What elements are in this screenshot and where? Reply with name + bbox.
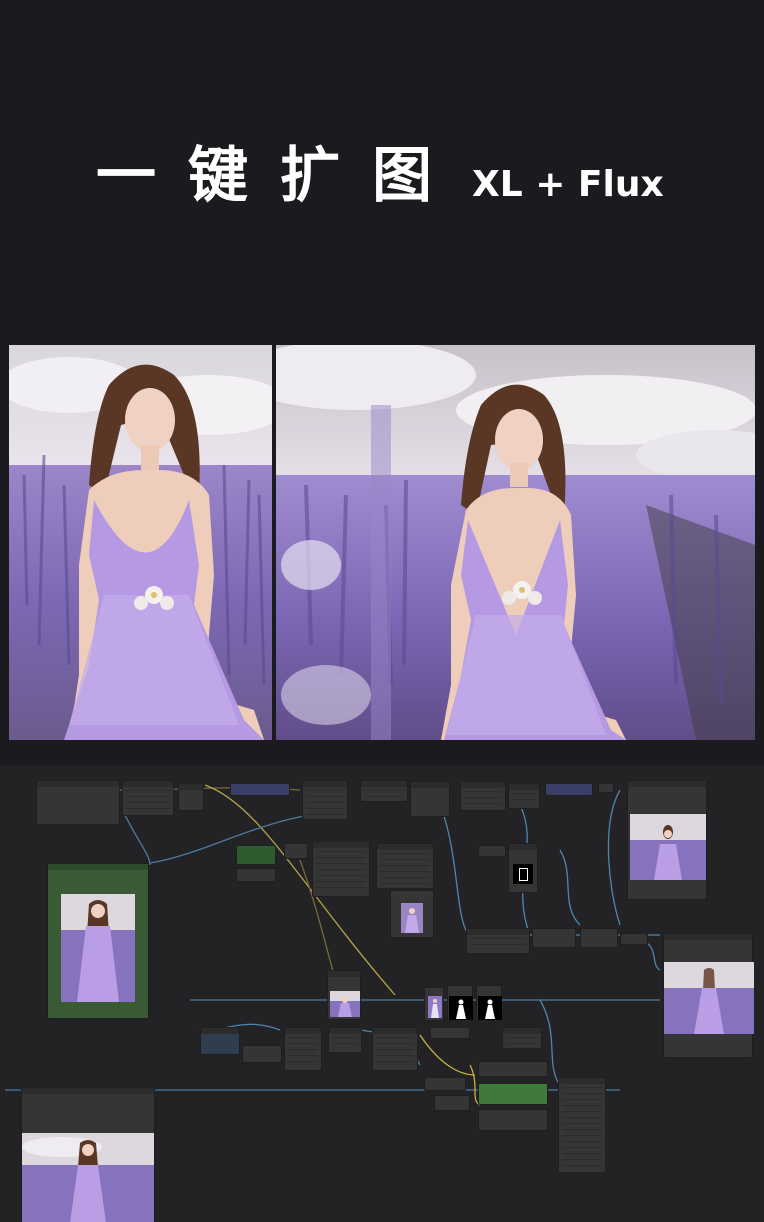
outpaint-pad-node[interactable]: [460, 781, 506, 811]
flux-settings-node[interactable]: [558, 1077, 606, 1173]
mask-node[interactable]: [508, 783, 540, 809]
preview-thumbnail: [630, 814, 706, 880]
preview-node-small[interactable]: [390, 890, 434, 938]
flux-decode-node[interactable]: [478, 1109, 548, 1131]
image-preview-node-2[interactable]: [327, 970, 361, 1020]
flux-model-node[interactable]: [478, 1061, 548, 1077]
segment-thumb: [428, 996, 442, 1018]
upscale-node[interactable]: [372, 1027, 418, 1071]
sampler-node[interactable]: [302, 780, 348, 820]
prompt-node-2[interactable]: [545, 783, 593, 796]
conditioning-node[interactable]: [360, 780, 408, 802]
final-output-thumbnail: [22, 1133, 154, 1222]
mask-icon: [513, 864, 533, 884]
ksampler-node[interactable]: [312, 841, 370, 897]
mask-preview-node[interactable]: [508, 843, 538, 893]
preview-small-thumbnail: [401, 903, 423, 933]
decode-node-2[interactable]: [328, 1027, 362, 1053]
reroute-node[interactable]: [598, 783, 614, 793]
composite-node[interactable]: [580, 928, 618, 948]
silhouette-mask-1: [449, 996, 473, 1020]
original-image: [9, 345, 272, 740]
page-subtitle: XL + Flux: [472, 164, 664, 205]
detail-node[interactable]: [430, 1027, 470, 1039]
workflow-canvas[interactable]: [0, 765, 764, 1222]
inpaint-node[interactable]: [466, 928, 530, 954]
save-image-thumbnail: [664, 962, 754, 1034]
image-preview-thumb-2: [330, 991, 360, 1017]
flux-vae-node[interactable]: [434, 1095, 470, 1111]
int-node[interactable]: [284, 843, 308, 859]
sampler-node-2[interactable]: [284, 1027, 322, 1071]
silhouette-mask-2: [478, 996, 502, 1020]
flux-loader-node[interactable]: [424, 1077, 466, 1091]
control-node[interactable]: [236, 845, 276, 865]
page-title: 一键扩图: [96, 141, 464, 211]
flux-guidance-node[interactable]: [502, 1027, 542, 1049]
latent-node[interactable]: [242, 1045, 282, 1063]
flux-sampler-node[interactable]: [478, 1083, 548, 1105]
vae-node[interactable]: [178, 783, 204, 811]
outpainted-image: [276, 345, 755, 740]
blend-node[interactable]: [532, 928, 576, 948]
input-image-thumbnail: [61, 894, 135, 1002]
control-strength-node[interactable]: [236, 868, 276, 882]
final-output-node[interactable]: [21, 1087, 155, 1222]
image-resize-node[interactable]: [410, 781, 450, 817]
clip-encode-node[interactable]: [200, 1027, 240, 1055]
mask-silhouette-node-1[interactable]: [447, 985, 473, 1021]
lora-loader-node[interactable]: [122, 780, 174, 816]
load-image-node[interactable]: [47, 863, 149, 1019]
prompt-node[interactable]: [230, 783, 290, 796]
save-image-node[interactable]: [663, 933, 754, 1058]
mask-silhouette-node-2[interactable]: [476, 985, 502, 1021]
preview-image-node[interactable]: [627, 780, 707, 900]
image-info-node[interactable]: [478, 845, 506, 857]
header-banner: 一键扩图 XL + Flux: [0, 0, 764, 335]
segment-node[interactable]: [424, 987, 444, 1021]
output-link-node[interactable]: [620, 933, 648, 945]
checkpoint-loader-node[interactable]: [36, 780, 120, 825]
vae-decode-node[interactable]: [376, 843, 434, 889]
